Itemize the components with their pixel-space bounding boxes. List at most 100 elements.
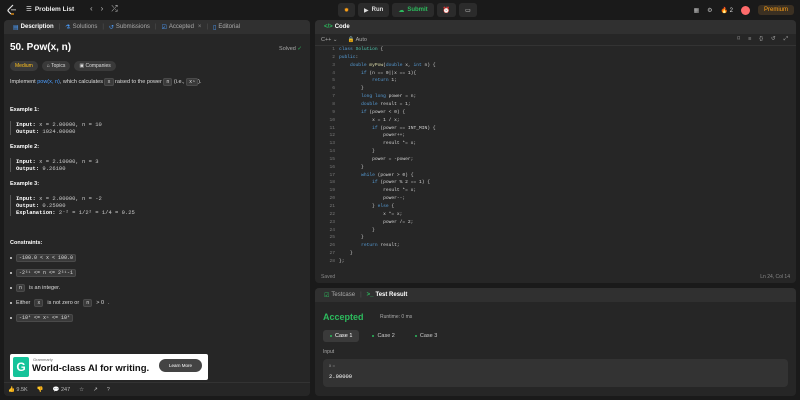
- settings-icon[interactable]: ⚙: [707, 7, 712, 14]
- line-number: 6: [332, 86, 335, 92]
- code-line[interactable]: } else {: [339, 204, 394, 209]
- code-line[interactable]: }: [339, 235, 364, 240]
- companies-tag[interactable]: ▣ Companies: [74, 61, 116, 71]
- explanation-label: Explanation:: [16, 209, 56, 216]
- braces-icon[interactable]: {}: [759, 36, 763, 43]
- tab-test-result[interactable]: >_ Test Result: [362, 288, 413, 302]
- constraint-code: -2³¹ <= n <= 2³¹-1: [16, 269, 77, 277]
- input-value-box[interactable]: x = 2.00000: [323, 359, 788, 387]
- tab-testcase[interactable]: ☑ Testcase: [319, 288, 360, 302]
- streak-counter[interactable]: 🔥 2: [721, 7, 733, 14]
- code-line[interactable]: power /= 2;: [339, 220, 413, 225]
- lock-icon: 🔒: [347, 36, 355, 43]
- code-line[interactable]: power = -power;: [339, 157, 413, 162]
- problem-title[interactable]: 50. Pow(x, n): [10, 42, 304, 53]
- tab-code[interactable]: </> Code: [319, 20, 355, 34]
- auto-mode[interactable]: 🔒 Auto: [348, 37, 367, 43]
- code-line[interactable]: x = 1 / x;: [339, 118, 400, 123]
- premium-button[interactable]: Premium: [757, 5, 794, 15]
- fullscreen-icon[interactable]: ⤢: [784, 36, 788, 43]
- terminal-icon: >_: [366, 292, 374, 298]
- code-line[interactable]: result *= x;: [339, 141, 416, 146]
- format-icon[interactable]: ≡: [748, 36, 751, 43]
- auto-label: Auto: [355, 36, 367, 43]
- code-line[interactable]: power++;: [339, 133, 405, 138]
- statement-text: (i.e.,: [173, 79, 185, 85]
- help-icon[interactable]: ?: [107, 387, 110, 393]
- tab-label: Accepted: [168, 24, 194, 30]
- timer-button[interactable]: ⏰: [436, 3, 457, 17]
- code-line[interactable]: if (power == INT_MIN) {: [339, 126, 435, 131]
- case-tab[interactable]: Case 1: [323, 330, 360, 342]
- code-line[interactable]: }: [339, 149, 375, 154]
- pow-link[interactable]: pow(x, n): [37, 79, 60, 85]
- problem-list-button[interactable]: ☰ Problem List: [26, 5, 74, 14]
- code-line[interactable]: power--;: [339, 196, 405, 201]
- code-line[interactable]: long long power = n;: [339, 94, 416, 99]
- reset-icon[interactable]: ↺: [771, 36, 776, 43]
- share-icon[interactable]: ↗: [93, 387, 98, 393]
- code-line[interactable]: double myPow(double x, int n) {: [339, 63, 436, 68]
- difficulty-badge[interactable]: Medium: [10, 61, 38, 71]
- learn-more-button[interactable]: Learn More: [158, 359, 202, 372]
- leetcode-logo-icon[interactable]: [6, 4, 18, 16]
- code-line[interactable]: x *= x;: [339, 212, 402, 217]
- run-button[interactable]: ▶ Run: [358, 3, 390, 17]
- layout-icon[interactable]: ▦: [693, 7, 699, 14]
- bookmark-icon[interactable]: ⌑: [737, 36, 740, 43]
- constraint-code: n: [16, 284, 26, 292]
- constraint-code: x: [34, 299, 44, 307]
- output-label: Output:: [16, 202, 40, 209]
- avatar[interactable]: [740, 5, 750, 15]
- code-line[interactable]: return 1;: [339, 78, 397, 83]
- code-line[interactable]: result *= x;: [339, 188, 416, 193]
- tab-accepted[interactable]: ☑ Accepted ×: [157, 20, 207, 34]
- tab-label: Submissions: [115, 24, 150, 30]
- like-button[interactable]: 👍 9.5K: [8, 387, 28, 393]
- tab-description[interactable]: ▤ Description: [8, 20, 59, 34]
- notes-button[interactable]: ▭: [459, 3, 477, 17]
- language-label: C++: [321, 36, 332, 43]
- language-select[interactable]: C++ ⌄: [321, 37, 338, 43]
- constraint-text: > 0: [96, 300, 105, 306]
- code-line[interactable]: while (power > 0) {: [339, 173, 413, 178]
- problem-statement: Implement pow(x, n), which calculates x …: [10, 78, 304, 86]
- note-icon: ▭: [465, 7, 471, 14]
- topics-tag[interactable]: ⌂ Topics: [41, 61, 71, 71]
- comments-button[interactable]: 💬 247: [53, 387, 71, 393]
- code-line[interactable]: }: [339, 165, 364, 170]
- code-editor[interactable]: 1 class Solution {2 public: 3 double myPow(…: [315, 46, 796, 268]
- shuffle-icon[interactable]: ⤮: [111, 4, 117, 14]
- tab-editorial[interactable]: ▯ Editorial: [208, 20, 245, 34]
- play-icon: ▶: [364, 7, 369, 14]
- line-number: 13: [329, 141, 335, 147]
- tab-submissions[interactable]: ↺ Submissions: [104, 20, 155, 34]
- next-problem-icon[interactable]: ›: [101, 4, 104, 14]
- code-line[interactable]: if (power % 2 == 1) {: [339, 180, 430, 185]
- debug-button[interactable]: ✹: [338, 3, 356, 17]
- comment-count: 247: [60, 386, 71, 393]
- case-tab[interactable]: Case 2: [365, 330, 401, 342]
- code-line[interactable]: double result = 1;: [339, 102, 411, 107]
- code-line[interactable]: public:: [339, 55, 358, 60]
- tab-solutions[interactable]: ⚗ Solutions: [60, 20, 102, 34]
- code-line[interactable]: class Solution {: [339, 47, 383, 52]
- checkbox-icon: ☑: [324, 292, 330, 299]
- code-line[interactable]: }: [339, 251, 353, 256]
- case-tab[interactable]: Case 3: [408, 330, 444, 342]
- statement-text: raised to the power: [115, 79, 162, 85]
- code-line[interactable]: return result;: [339, 243, 400, 248]
- code-line[interactable]: }: [339, 86, 364, 91]
- code-line[interactable]: }: [339, 228, 375, 233]
- example-1: Example 1: Input: x = 2.00000, n = 10 Ou…: [10, 107, 304, 135]
- code-line[interactable]: if (n == 0||x == 1){: [339, 71, 416, 76]
- code-line[interactable]: if (power < 0) {: [339, 110, 405, 115]
- grammarly-ad[interactable]: G Grammarly World-class AI for writing. …: [10, 354, 208, 380]
- star-icon[interactable]: ☆: [79, 387, 84, 393]
- dislike-button[interactable]: 👎: [37, 387, 44, 393]
- example-output: 0.25000: [42, 202, 66, 209]
- close-icon[interactable]: ×: [198, 24, 202, 30]
- prev-problem-icon[interactable]: ‹: [90, 4, 93, 14]
- code-line[interactable]: };: [339, 259, 345, 264]
- submit-button[interactable]: ☁ Submit: [392, 3, 434, 17]
